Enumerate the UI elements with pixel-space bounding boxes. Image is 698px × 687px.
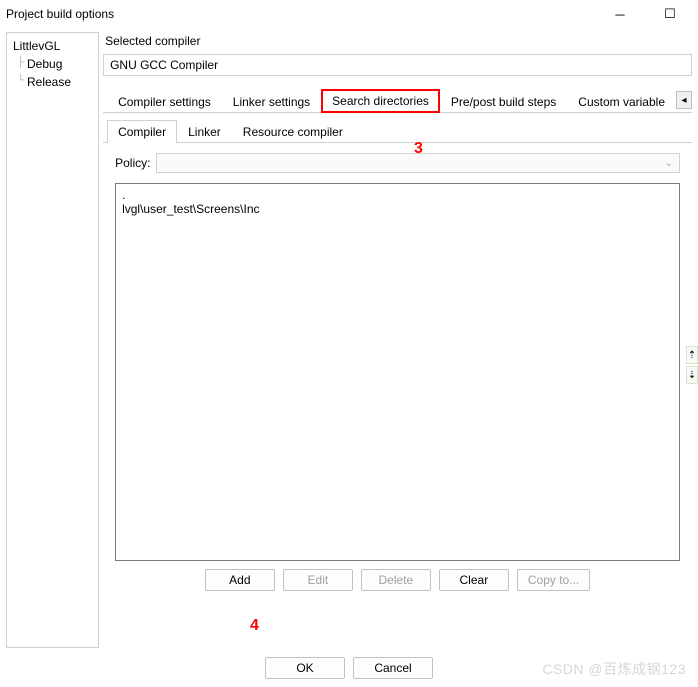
tabs-sub: Compiler Linker Resource compiler (103, 119, 692, 143)
side-indicator-icon: ⇣ (686, 366, 698, 384)
minimize-button[interactable]: ─ (604, 4, 636, 24)
watermark-text: CSDN @百炼成钢123 (542, 659, 686, 679)
subtab-linker[interactable]: Linker (177, 120, 232, 143)
window-title: Project build options (6, 7, 114, 21)
search-directories-list[interactable]: . lvgl\user_test\Screens\Inc (115, 183, 680, 561)
copy-to-button[interactable]: Copy to... (517, 569, 590, 591)
delete-button[interactable]: Delete (361, 569, 431, 591)
directory-buttons-row: Add Edit Delete Clear Copy to... (103, 569, 692, 591)
side-indicators: ⇡ ⇣ (686, 346, 698, 384)
tab-compiler-settings[interactable]: Compiler settings (107, 90, 222, 113)
window-controls: ─ ☐ (604, 4, 686, 24)
directory-entry[interactable]: lvgl\user_test\Screens\Inc (122, 202, 673, 216)
tree-root[interactable]: LittlevGL (9, 37, 96, 55)
tree-item-release[interactable]: └ Release (9, 73, 96, 91)
tab-search-directories[interactable]: Search directories (321, 89, 440, 113)
policy-label: Policy: (115, 156, 150, 170)
tree-item-label: Debug (27, 57, 62, 71)
tab-custom-variable[interactable]: Custom variable (567, 90, 676, 113)
tabs-main: Compiler settings Linker settings Search… (103, 88, 692, 113)
annotation-3: 3 (414, 140, 423, 158)
add-button[interactable]: Add (205, 569, 275, 591)
selected-compiler-label: Selected compiler (103, 32, 692, 54)
cancel-button[interactable]: Cancel (353, 657, 433, 679)
edit-button[interactable]: Edit (283, 569, 353, 591)
clear-button[interactable]: Clear (439, 569, 509, 591)
selected-compiler-dropdown[interactable]: GNU GCC Compiler (103, 54, 692, 76)
right-panel: Selected compiler GNU GCC Compiler Compi… (103, 32, 692, 648)
subtab-resource-compiler[interactable]: Resource compiler (232, 120, 354, 143)
tree-connector-icon: ├ (17, 57, 24, 68)
titlebar: Project build options ─ ☐ (0, 0, 698, 28)
annotation-4: 4 (250, 617, 259, 635)
tree-item-label: Release (27, 75, 71, 89)
tree-connector-icon: └ (17, 75, 24, 86)
maximize-button[interactable]: ☐ (654, 4, 686, 24)
project-tree: LittlevGL ├ Debug └ Release (6, 32, 99, 648)
tab-linker-settings[interactable]: Linker settings (222, 90, 321, 113)
directory-entry[interactable]: . (122, 188, 673, 202)
selected-compiler-value: GNU GCC Compiler (110, 58, 218, 72)
side-indicator-icon: ⇡ (686, 346, 698, 364)
chevron-down-icon: ⌄ (665, 158, 673, 169)
tab-scroll-left-button[interactable]: ◂ (676, 91, 692, 109)
subtab-compiler[interactable]: Compiler (107, 120, 177, 143)
main-area: LittlevGL ├ Debug └ Release Selected com… (0, 28, 698, 648)
ok-button[interactable]: OK (265, 657, 345, 679)
tree-item-debug[interactable]: ├ Debug (9, 55, 96, 73)
tab-prepost-build[interactable]: Pre/post build steps (440, 90, 567, 113)
policy-row: Policy: ⌄ (103, 153, 692, 173)
